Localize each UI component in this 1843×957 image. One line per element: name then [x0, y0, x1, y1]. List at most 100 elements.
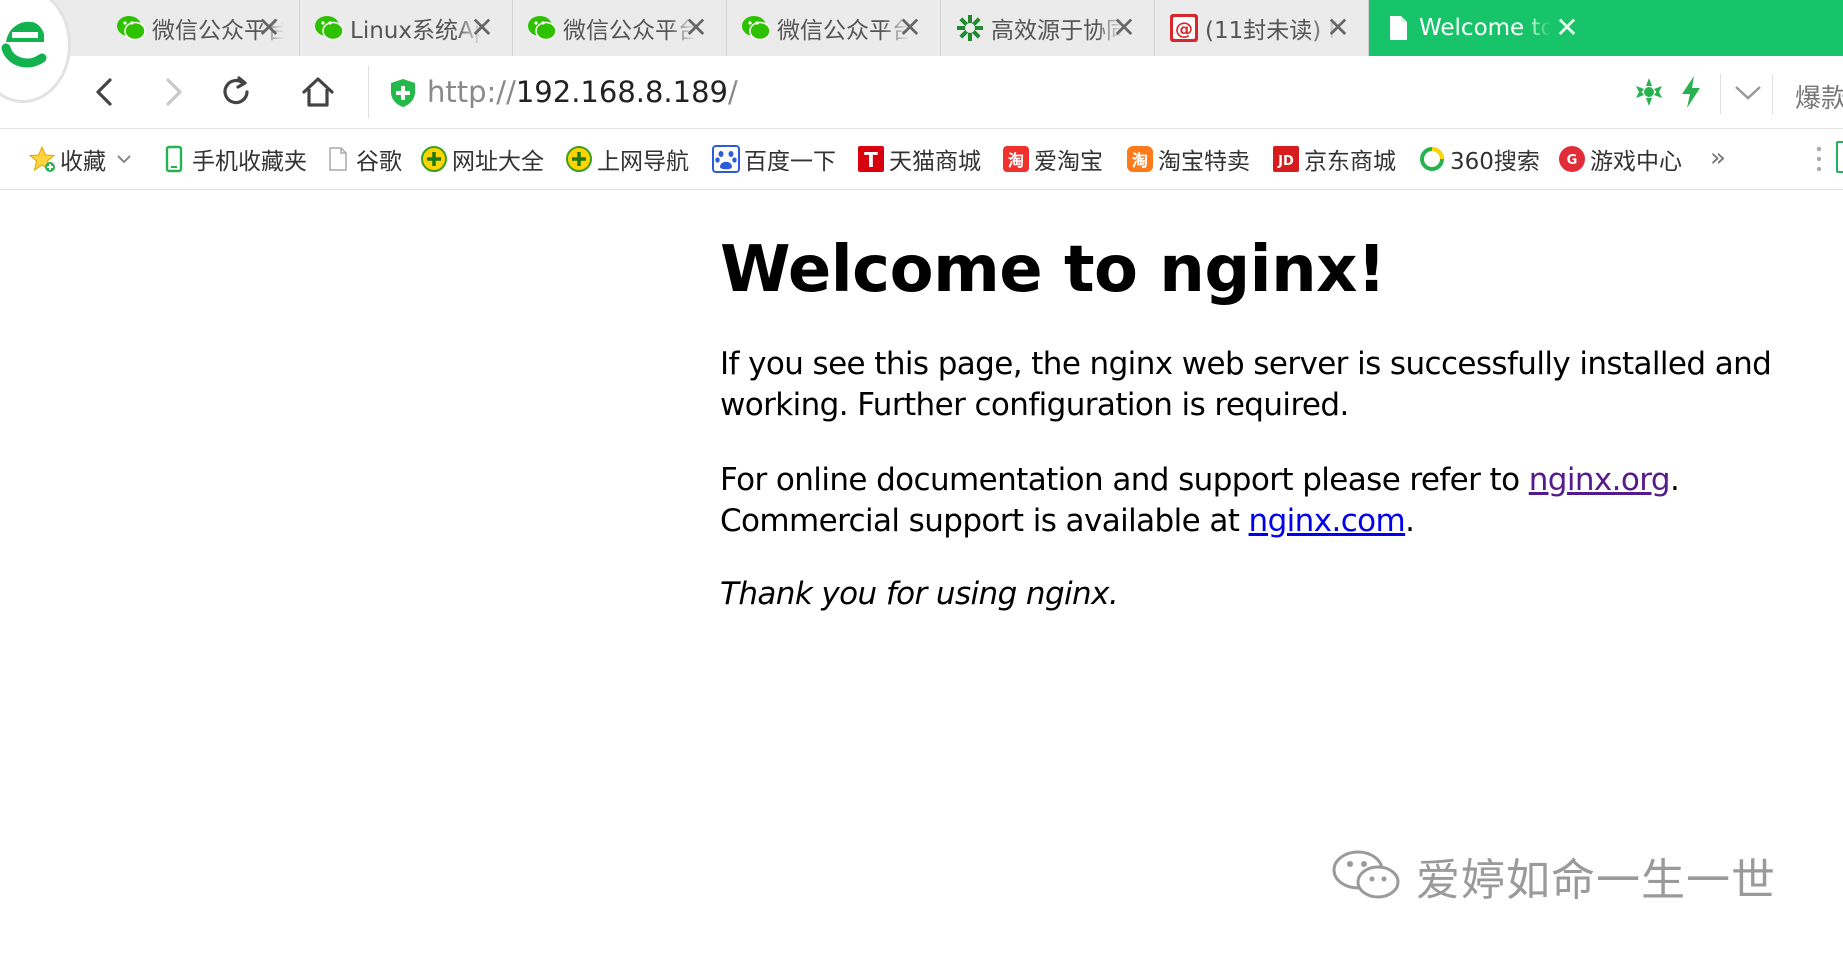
- more-vertical-icon[interactable]: [1814, 143, 1824, 175]
- bookmark-url-directory[interactable]: 网址大全: [420, 141, 544, 177]
- toolbar-divider: [1772, 74, 1773, 114]
- chevron-down-icon[interactable]: [1728, 72, 1768, 112]
- tab-close-icon[interactable]: ✕: [896, 14, 924, 42]
- baidu-paw-icon: [712, 145, 740, 173]
- commercial-text: Commercial support is available at: [720, 503, 1249, 539]
- home-icon[interactable]: [296, 70, 340, 114]
- cloud-accelerate-icon[interactable]: [1632, 72, 1666, 112]
- forward-icon[interactable]: [150, 70, 194, 114]
- bookmark-tmall[interactable]: T 天猫商城: [857, 141, 981, 177]
- chevron-down-icon: [117, 155, 131, 164]
- url-path: /: [728, 75, 738, 109]
- nginx-org-link[interactable]: nginx.org: [1529, 462, 1671, 498]
- url-text[interactable]: http://192.168.8.189/: [427, 72, 738, 112]
- bookmarks-overflow-icon[interactable]: »: [1710, 143, 1726, 173]
- green-gear-icon: [957, 15, 983, 41]
- tab-close-icon[interactable]: ✕: [1110, 14, 1138, 42]
- bookmarks-bar: 收藏 手机收藏夹 谷歌 网址大全 上网导航 百度一下 T 天猫商城 淘 爱淘宝 …: [0, 129, 1843, 190]
- sidebar-toggle-icon[interactable]: [1836, 141, 1843, 173]
- wechat-icon: [117, 16, 146, 41]
- bookmark-jd[interactable]: JD 京东商城: [1272, 141, 1396, 177]
- bookmark-label: 百度一下: [744, 149, 836, 175]
- bookmark-mobile[interactable]: 手机收藏夹: [160, 141, 307, 177]
- taobao-sale-icon: 淘: [1127, 146, 1153, 172]
- support-paragraph: For online documentation and support ple…: [720, 460, 1800, 542]
- install-message: If you see this page, the nginx web serv…: [720, 346, 1772, 423]
- tab-title: 微信公众平台: [777, 18, 909, 44]
- hot-deals-label[interactable]: 爆款: [1795, 78, 1843, 115]
- security-shield-icon[interactable]: [389, 78, 417, 108]
- tab-close-icon[interactable]: ✕: [1553, 14, 1581, 42]
- bookmark-360-search[interactable]: 360搜索: [1418, 141, 1540, 177]
- tab-close-icon[interactable]: ✕: [468, 14, 496, 42]
- plus-circle-icon: [421, 146, 447, 172]
- lightning-icon[interactable]: [1676, 72, 1706, 112]
- commercial-period: .: [1405, 503, 1415, 539]
- tab-title: Linux系统Ap: [350, 18, 482, 44]
- docs-period: .: [1669, 462, 1680, 498]
- svg-text:G: G: [1567, 153, 1578, 168]
- svg-text:JD: JD: [1277, 154, 1294, 169]
- tab-welcome-nginx[interactable]: Welcome to ✕: [1369, 0, 1843, 56]
- tab-wechat-2[interactable]: 微信公众平台 ✕: [513, 0, 727, 56]
- svg-text:T: T: [864, 148, 878, 172]
- page-content: Welcome to nginx! If you see this page, …: [0, 190, 1843, 957]
- wechat-icon: [315, 16, 344, 41]
- tab-wechat-3[interactable]: 微信公众平台 ✕: [727, 0, 941, 56]
- thanks-message: Thank you for using nginx.: [720, 576, 1119, 612]
- plus-circle-icon: [566, 146, 592, 172]
- bookmark-web-nav[interactable]: 上网导航: [565, 141, 689, 177]
- svg-text:@: @: [1175, 19, 1193, 40]
- tab-mail[interactable]: @ (11封未读) F ✕: [1155, 0, 1369, 56]
- tab-title: (11封未读) F: [1205, 18, 1337, 44]
- star-icon: [28, 145, 56, 172]
- wechat-outline-icon: [1332, 850, 1400, 899]
- wechat-watermark: 爱婷如命一生一世: [1330, 846, 1776, 906]
- tab-close-icon[interactable]: ✕: [682, 14, 710, 42]
- nginx-welcome-article: Welcome to nginx! If you see this page, …: [720, 230, 1800, 615]
- wechat-icon: [528, 16, 557, 41]
- bookmark-label: 手机收藏夹: [192, 149, 307, 175]
- address-toolbar: http://192.168.8.189/ 爆款: [0, 56, 1843, 129]
- browser-window: 微信公众平台 ✕ Linux系统Ap ✕ 微信公众平台 ✕ 微信公众平台 ✕ 高…: [0, 0, 1843, 957]
- tab-close-icon[interactable]: ✕: [1324, 14, 1352, 42]
- toolbar-divider: [1720, 74, 1721, 114]
- tab-linux[interactable]: Linux系统Ap ✕: [300, 0, 513, 56]
- reload-icon[interactable]: [214, 70, 258, 114]
- watermark-text: 爱婷如命一生一世: [1416, 855, 1776, 906]
- bookmark-game-center[interactable]: G 游戏中心: [1558, 141, 1682, 177]
- docs-text: For online documentation and support ple…: [720, 462, 1529, 498]
- tab-title: 微信公众平台: [563, 18, 695, 44]
- 360-search-icon: [1420, 147, 1444, 171]
- tab-close-icon[interactable]: ✕: [255, 14, 283, 42]
- bookmark-label: 爱淘宝: [1034, 149, 1103, 175]
- tab-bar: 微信公众平台 ✕ Linux系统Ap ✕ 微信公众平台 ✕ 微信公众平台 ✕ 高…: [0, 0, 1843, 100]
- svg-text:淘: 淘: [1132, 151, 1148, 170]
- bookmark-label: 收藏: [60, 149, 106, 175]
- url-bar[interactable]: http://192.168.8.189/: [368, 66, 1599, 118]
- bookmark-label: 游戏中心: [1590, 149, 1682, 175]
- bookmark-ai-taobao[interactable]: 淘 爱淘宝: [1002, 141, 1103, 177]
- svg-text:淘: 淘: [1008, 151, 1024, 170]
- tab-wechat-1[interactable]: 微信公众平台 ✕: [102, 0, 300, 56]
- mail-at-icon: @: [1170, 14, 1198, 42]
- page-heading: Welcome to nginx!: [720, 233, 1386, 307]
- bookmark-baidu[interactable]: 百度一下: [712, 141, 836, 177]
- page-icon: [1390, 16, 1407, 40]
- nginx-com-link[interactable]: nginx.com: [1249, 503, 1406, 539]
- bookmark-taobao-sale[interactable]: 淘 淘宝特卖: [1126, 141, 1250, 177]
- bookmark-label: 淘宝特卖: [1158, 149, 1250, 175]
- phone-icon: [165, 145, 183, 173]
- back-icon[interactable]: [84, 70, 128, 114]
- jd-icon: JD: [1273, 146, 1299, 172]
- bookmark-label: 谷歌: [356, 149, 402, 175]
- bookmark-label: 网址大全: [452, 149, 544, 175]
- bookmark-google[interactable]: 谷歌: [324, 141, 402, 177]
- bookmark-label: 360搜索: [1450, 149, 1540, 175]
- url-protocol: http://: [427, 75, 516, 109]
- tab-title: 高效源于协同: [991, 18, 1123, 44]
- tab-collab[interactable]: 高效源于协同 ✕: [941, 0, 1155, 56]
- bookmark-label: 京东商城: [1304, 149, 1396, 175]
- bookmark-favorites[interactable]: 收藏: [28, 141, 134, 177]
- tmall-icon: T: [858, 146, 884, 172]
